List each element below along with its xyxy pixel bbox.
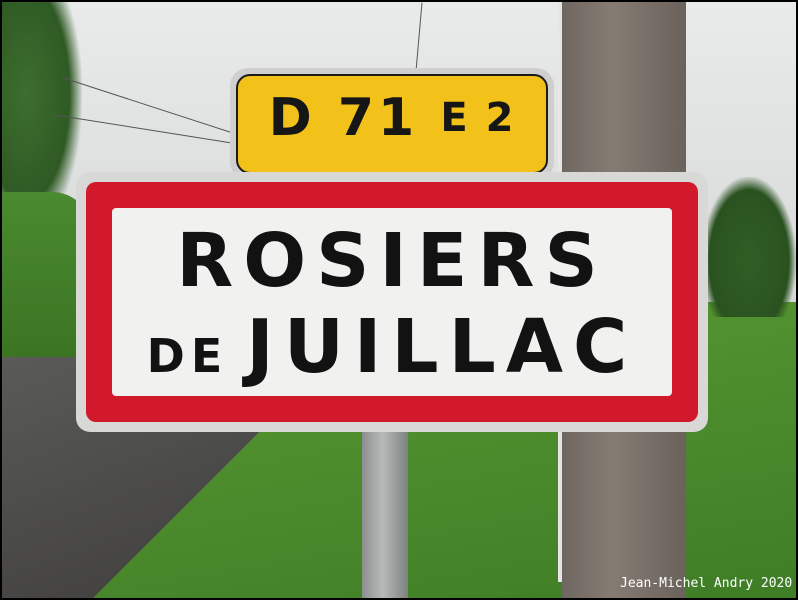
town-entry-sign: ROSIERS DE JUILLAC xyxy=(76,172,708,432)
route-number-main: D 71 xyxy=(268,88,419,148)
sign-post xyxy=(362,422,408,598)
trees-right xyxy=(702,177,796,317)
route-number-panel: D 71 E 2 xyxy=(236,74,548,174)
town-name-main: JUILLAC xyxy=(246,304,638,390)
photo-credit: Jean-Michel Andry 2020 xyxy=(620,576,793,591)
route-number-sign: D 71 E 2 xyxy=(230,68,554,180)
town-name-prefix: DE xyxy=(146,329,229,383)
town-name-line1: ROSIERS xyxy=(176,218,608,304)
route-number-text: D 71 E 2 xyxy=(238,88,546,148)
town-sign-red-border: ROSIERS DE JUILLAC xyxy=(86,182,698,422)
route-number-suffix: E 2 xyxy=(440,95,516,141)
town-sign-panel: ROSIERS DE JUILLAC xyxy=(112,208,672,396)
photo-frame: D 71 E 2 ROSIERS DE JUILLAC Jean-Michel A… xyxy=(2,2,796,598)
town-name-line2: DE JUILLAC xyxy=(112,304,672,390)
